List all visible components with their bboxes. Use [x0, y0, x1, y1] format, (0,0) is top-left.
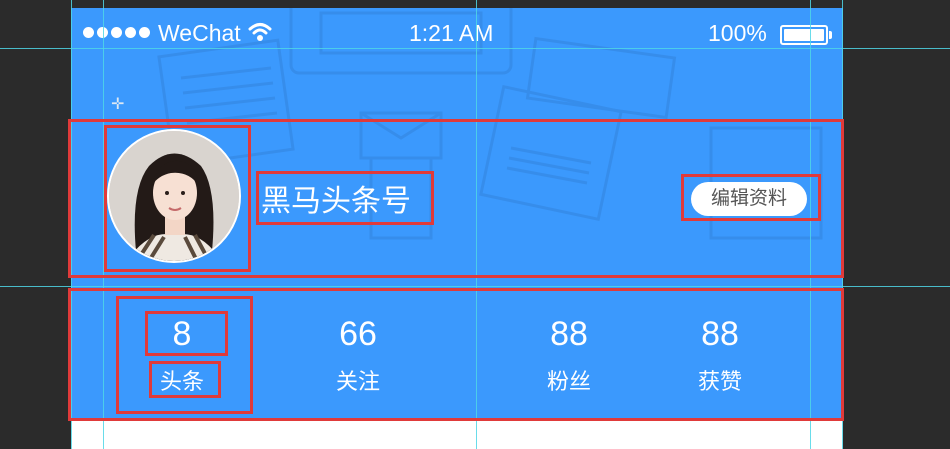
crosshair-icon: ✛ — [111, 96, 125, 113]
carrier-label: WeChat — [158, 20, 241, 46]
guide-line — [0, 48, 950, 49]
annotation-box-stat-value — [145, 311, 228, 356]
battery-icon — [780, 25, 832, 45]
status-bar: WeChat 1:21 AM 100% — [71, 8, 843, 58]
signal-dots-icon — [83, 27, 150, 38]
annotation-box-stat-label — [149, 361, 221, 398]
annotation-box-avatar — [104, 125, 251, 272]
battery-percentage: 100% — [708, 20, 767, 46]
wifi-icon — [248, 23, 272, 41]
guide-line — [0, 286, 950, 287]
content-area — [71, 421, 843, 449]
annotation-box-edit — [681, 174, 821, 221]
annotation-box-name — [256, 171, 434, 225]
status-time: 1:21 AM — [409, 20, 494, 46]
